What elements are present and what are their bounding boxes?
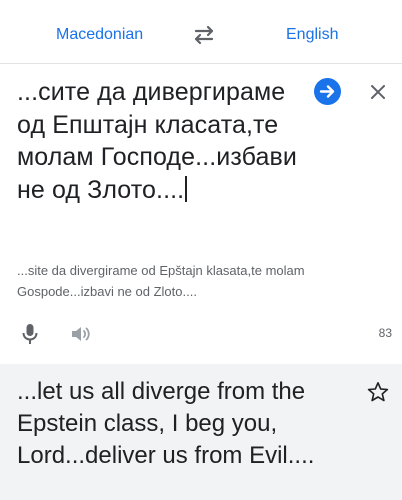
source-panel: ...сите да дивергираме од Епштајн класат…	[0, 64, 402, 364]
character-count: 83	[378, 326, 392, 340]
language-bar: Macedonian English	[0, 0, 402, 64]
microphone-button[interactable]	[20, 322, 40, 346]
text-caret	[185, 175, 188, 202]
arrow-right-circle-icon	[319, 85, 335, 98]
swap-arrows-icon	[194, 25, 214, 45]
star-outline-icon	[367, 382, 389, 402]
translate-go-button[interactable]	[314, 78, 341, 105]
save-translation-button[interactable]	[366, 380, 390, 404]
translate-app: Macedonian English ...сите да дивергирам…	[0, 0, 402, 500]
source-text-input[interactable]: ...сите да дивергираме од Епштајн класат…	[17, 76, 305, 206]
translation-panel: ...let us all diverge from the Epstein c…	[0, 364, 402, 500]
source-text: ...сите да дивергираме од Епштајн класат…	[17, 78, 297, 204]
swap-languages-button[interactable]	[191, 24, 217, 46]
target-language-button[interactable]: English	[286, 24, 338, 46]
source-language-button[interactable]: Macedonian	[56, 24, 143, 46]
listen-button[interactable]	[70, 324, 92, 344]
microphone-icon	[22, 324, 38, 344]
speaker-icon	[72, 327, 90, 341]
clear-text-button[interactable]	[366, 80, 390, 104]
close-icon	[371, 85, 385, 99]
translation-text[interactable]: ...let us all diverge from the Epstein c…	[17, 376, 357, 472]
transliteration-text: ...site da divergirame od Epštajn klasat…	[17, 263, 305, 299]
